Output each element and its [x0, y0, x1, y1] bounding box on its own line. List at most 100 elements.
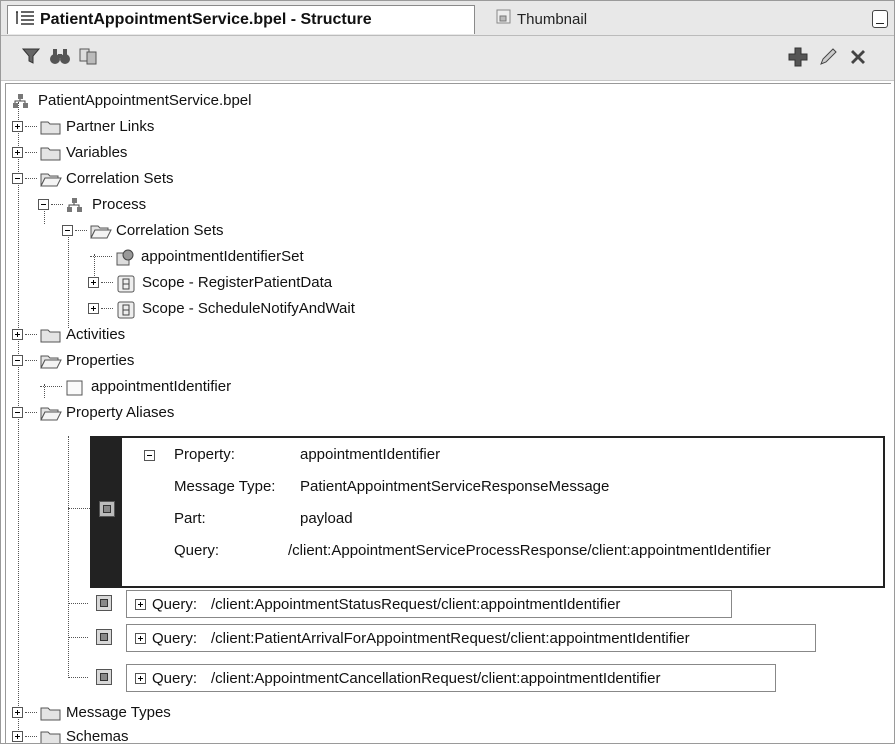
query-label: Query:: [174, 542, 220, 559]
folder-icon: [40, 119, 61, 135]
tree-node-partner-links[interactable]: Partner Links: [12, 114, 154, 138]
tree-node-process-correlation-sets[interactable]: Correlation Sets: [62, 218, 224, 242]
tree-connector: [40, 385, 62, 387]
tree-label: Schemas: [66, 727, 129, 744]
property-value: appointmentIdentifier: [300, 446, 441, 463]
tree-guide-line: [68, 436, 69, 676]
tree-connector: [25, 177, 37, 179]
tree-label: Scope - ScheduleNotifyAndWait: [142, 299, 355, 317]
open-folder-icon: [90, 223, 112, 239]
tab-structure[interactable]: PatientAppointmentService.bpel - Structu…: [7, 5, 475, 34]
filter-icon[interactable]: [21, 46, 41, 71]
tree-connector: [51, 203, 63, 205]
part-value: payload: [300, 510, 353, 527]
expand-icon[interactable]: [88, 276, 99, 288]
property-icon: [65, 379, 85, 396]
query-value: /client:AppointmentCancellationRequest/c…: [211, 669, 661, 687]
tree-node-properties[interactable]: Properties: [12, 348, 134, 372]
property-alias-icon: [96, 669, 112, 685]
tree-label: PatientAppointmentService.bpel: [38, 91, 252, 109]
structure-tree: PatientAppointmentService.bpel Partner L…: [5, 83, 891, 744]
query-label: Query:: [152, 595, 198, 613]
collapse-icon[interactable]: [12, 172, 23, 184]
tree-connector: [68, 603, 88, 604]
expand-icon[interactable]: [12, 706, 23, 718]
sync-icon[interactable]: [77, 46, 99, 71]
tree-node-message-types[interactable]: Message Types: [12, 700, 171, 724]
collapse-icon[interactable]: [12, 406, 23, 418]
add-icon[interactable]: [787, 46, 809, 73]
tab-thumbnail[interactable]: Thumbnail: [489, 5, 639, 33]
expand-icon[interactable]: [12, 730, 23, 742]
tree-connector: [101, 307, 113, 309]
scope-icon: [116, 275, 136, 293]
tree-node-root[interactable]: PatientAppointmentService.bpel: [12, 88, 251, 112]
property-alias-collapsed[interactable]: Query: /client:PatientArrivalForAppointm…: [126, 624, 816, 652]
folder-icon: [40, 729, 61, 743]
property-label: Property:: [174, 446, 235, 463]
property-alias-collapsed[interactable]: Query: /client:AppointmentCancellationRe…: [126, 664, 776, 692]
tree-node-activities[interactable]: Activities: [12, 322, 125, 346]
folder-icon: [40, 145, 61, 161]
tree-label: Activities: [66, 325, 126, 343]
tree-node-scope-schedule[interactable]: Scope - ScheduleNotifyAndWait: [88, 296, 355, 320]
expand-icon[interactable]: [12, 120, 23, 132]
tree-label: Properties: [66, 351, 135, 369]
tree-connector: [68, 637, 88, 638]
tree-connector: [25, 333, 37, 335]
process-icon: [66, 197, 86, 212]
property-alias-icon: [96, 629, 112, 645]
delete-icon[interactable]: [847, 46, 869, 73]
collapse-icon[interactable]: [62, 224, 73, 236]
collapse-icon[interactable]: [144, 450, 155, 461]
expand-icon[interactable]: [135, 632, 146, 644]
property-alias-collapsed[interactable]: Query: /client:AppointmentStatusRequest/…: [126, 590, 732, 618]
tree-connector: [75, 229, 87, 231]
tree-connector: [90, 255, 112, 257]
expand-icon[interactable]: [135, 672, 146, 684]
tree-connector: [68, 677, 88, 678]
tree-connector: [25, 359, 37, 361]
expand-icon[interactable]: [88, 302, 99, 314]
edit-icon[interactable]: [817, 46, 839, 73]
tree-label: Correlation Sets: [116, 221, 224, 239]
collapse-icon[interactable]: [12, 354, 23, 366]
tree-node-property-aliases[interactable]: Property Aliases: [12, 400, 174, 424]
expand-icon[interactable]: [12, 328, 23, 340]
tree-node-property[interactable]: appointmentIdentifier: [40, 374, 231, 398]
tab-thumbnail-label: Thumbnail: [517, 10, 588, 28]
tree-label: Variables: [66, 143, 128, 161]
tree-node-correlation-set[interactable]: appointmentIdentifierSet: [90, 244, 304, 268]
scope-icon: [116, 301, 136, 319]
tree-node-process[interactable]: Process: [38, 192, 146, 216]
expand-icon[interactable]: [12, 146, 23, 158]
folder-icon: [40, 327, 61, 343]
property-alias-icon: [99, 501, 115, 517]
bpel-process-icon: [12, 93, 32, 108]
property-alias-icon: [96, 595, 112, 611]
tree-connector: [101, 281, 113, 283]
binoculars-icon[interactable]: [49, 46, 71, 71]
tab-structure-label: PatientAppointmentService.bpel - Structu…: [40, 11, 372, 28]
collapse-icon[interactable]: [38, 198, 49, 210]
folder-icon: [40, 705, 61, 721]
tree-node-variables[interactable]: Variables: [12, 140, 127, 164]
expand-icon[interactable]: [135, 598, 146, 610]
structure-icon: [14, 10, 36, 31]
tree-node-scope-register[interactable]: Scope - RegisterPatientData: [88, 270, 332, 294]
tree-label: Correlation Sets: [66, 169, 174, 187]
query-label: Query:: [152, 669, 198, 687]
structure-window: PatientAppointmentService.bpel - Structu…: [0, 0, 895, 744]
minimize-button[interactable]: [872, 10, 888, 28]
thumbnail-icon: [495, 8, 513, 30]
tab-bar: PatientAppointmentService.bpel - Structu…: [1, 1, 894, 36]
tree-label: Property Aliases: [66, 403, 175, 421]
tree-label: Message Types: [66, 703, 171, 721]
message-type-label: Message Type:: [174, 478, 276, 495]
tree-node-correlation-sets[interactable]: Correlation Sets: [12, 166, 174, 190]
property-alias-selected[interactable]: Property: appointmentIdentifier Message …: [90, 436, 885, 588]
tree-node-schemas[interactable]: Schemas: [12, 724, 129, 744]
tree-connector: [25, 151, 37, 153]
tree-label: appointmentIdentifierSet: [141, 247, 304, 265]
correlation-set-icon: [115, 249, 135, 266]
